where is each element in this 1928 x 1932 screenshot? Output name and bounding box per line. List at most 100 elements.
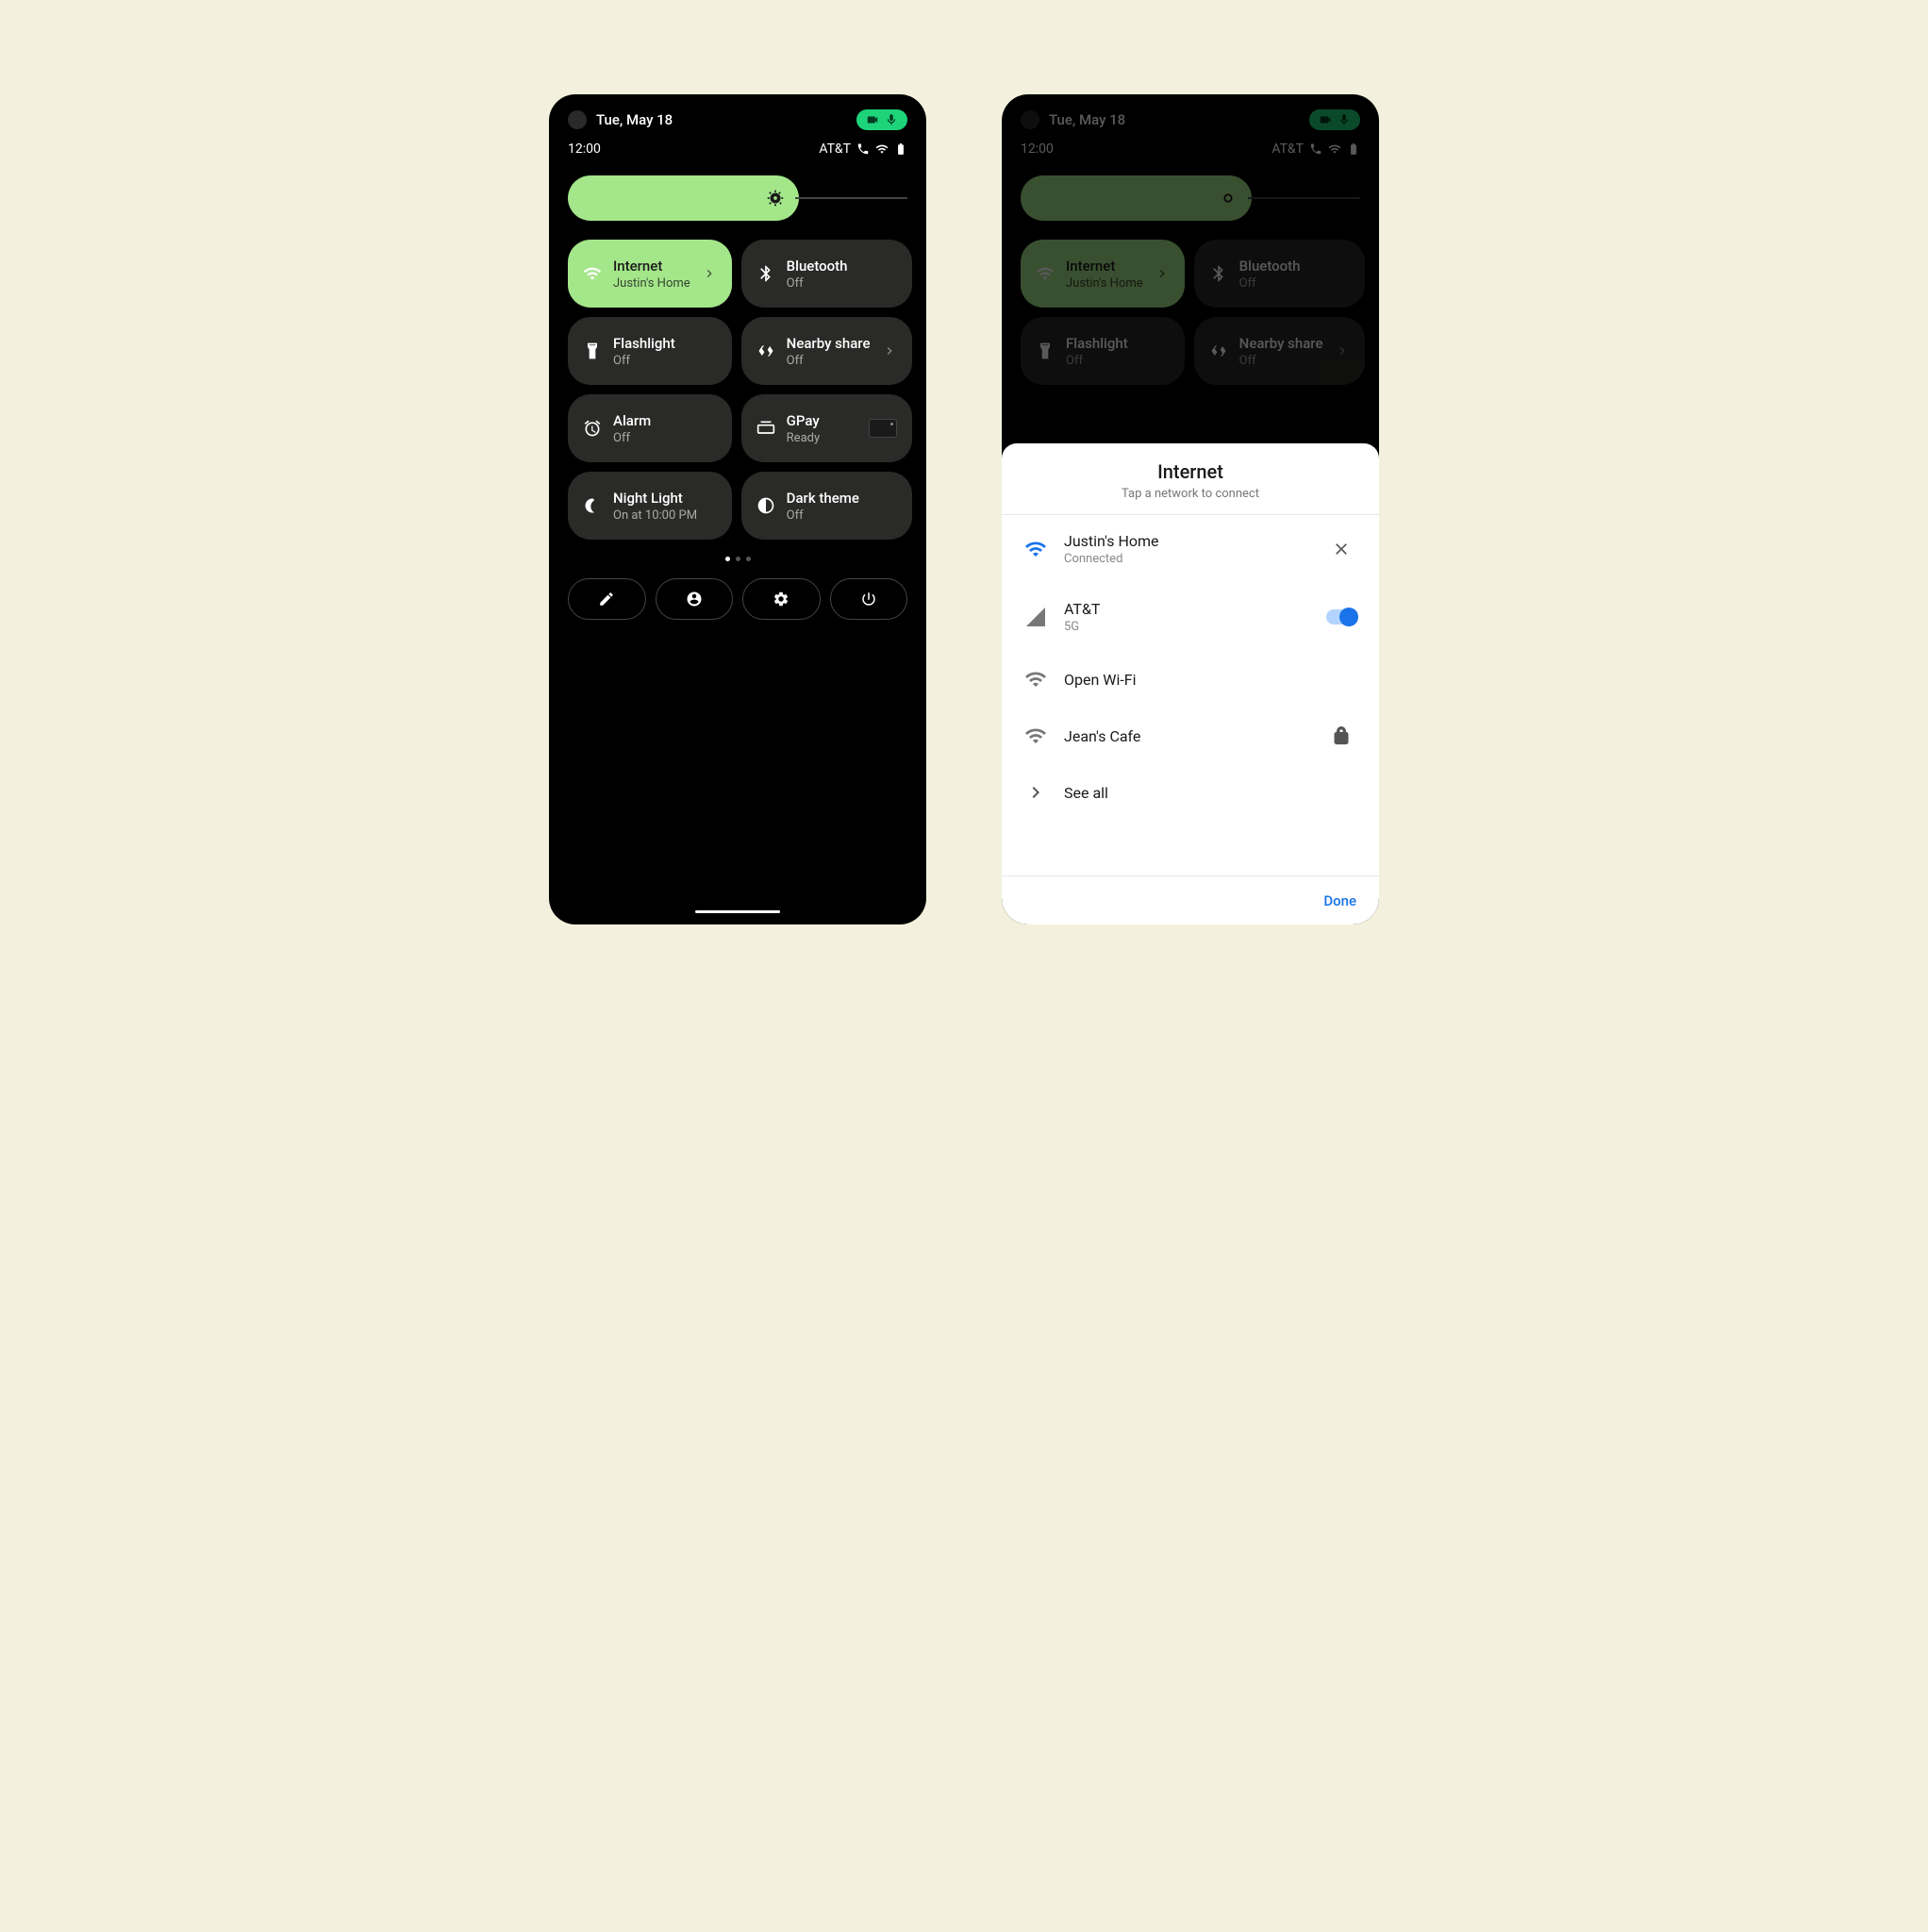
phone-quicksettings: Tue, May 18 12:00 AT&T Internet Justin's… xyxy=(549,94,926,924)
tile-text: Internet Justin's Home xyxy=(1066,258,1143,291)
bluetooth-icon xyxy=(1209,264,1228,283)
network-name: See all xyxy=(1064,784,1309,802)
tile-subtitle: Justin's Home xyxy=(1066,276,1143,291)
network-text: AT&T 5G xyxy=(1064,600,1309,634)
network-row-jean-s-cafe[interactable]: Jean's Cafe xyxy=(1002,708,1379,764)
edit-button[interactable] xyxy=(568,578,646,620)
tile-title: Alarm xyxy=(613,412,717,429)
status-date: Tue, May 18 xyxy=(596,111,847,128)
tile-title: Flashlight xyxy=(1066,335,1170,352)
network-row-see-all[interactable]: See all xyxy=(1002,764,1379,821)
wifi-icon xyxy=(1328,142,1341,156)
tile-bluetooth[interactable]: Bluetooth Off xyxy=(741,240,912,308)
tile-night-light[interactable]: Night Light On at 10:00 PM xyxy=(568,472,732,540)
bluetooth-icon xyxy=(756,264,775,283)
tile-internet[interactable]: Internet Justin's Home xyxy=(1021,240,1185,308)
brightness-fill xyxy=(568,175,799,221)
tile-dark-theme[interactable]: Dark theme Off xyxy=(741,472,912,540)
network-row-justin-s-home[interactable]: Justin's Home Connected xyxy=(1002,515,1379,583)
avatar[interactable] xyxy=(568,110,587,129)
user-button[interactable] xyxy=(656,578,734,620)
tile-text: Dark theme Off xyxy=(787,490,897,523)
tile-internet[interactable]: Internet Justin's Home xyxy=(568,240,732,308)
power-icon xyxy=(860,591,877,608)
settings-button[interactable] xyxy=(742,578,821,620)
sheet-header: Internet Tap a network to connect xyxy=(1002,443,1379,515)
nearby-icon xyxy=(756,341,775,360)
tile-title: Bluetooth xyxy=(787,258,897,275)
sheet-title: Internet xyxy=(1017,460,1364,483)
tile-text: Flashlight Off xyxy=(613,335,717,368)
chevron-right-icon xyxy=(882,343,897,358)
tile-nearby-share[interactable]: Nearby share Off xyxy=(741,317,912,385)
tile-title: Bluetooth xyxy=(1239,258,1350,275)
flashlight-icon xyxy=(1036,341,1055,360)
tile-nearby-share[interactable]: Nearby share Off xyxy=(1194,317,1365,385)
tile-text: GPay Ready xyxy=(787,412,857,445)
network-name: AT&T xyxy=(1064,600,1309,618)
tile-title: GPay xyxy=(787,412,857,429)
gpay-card-icon xyxy=(869,419,897,438)
tile-text: Flashlight Off xyxy=(1066,335,1170,368)
tile-text: Bluetooth Off xyxy=(1239,258,1350,291)
brightness-icon xyxy=(1218,188,1238,208)
network-name: Jean's Cafe xyxy=(1064,727,1309,745)
brightness-slider[interactable] xyxy=(568,175,907,221)
avatar[interactable] xyxy=(1021,110,1039,129)
tile-title: Internet xyxy=(1066,258,1143,275)
tile-flashlight[interactable]: Flashlight Off xyxy=(1021,317,1185,385)
chevron-right-icon xyxy=(702,266,717,281)
tile-title: Nearby share xyxy=(1239,335,1323,352)
tile-bluetooth[interactable]: Bluetooth Off xyxy=(1194,240,1365,308)
tile-title: Internet xyxy=(613,258,690,275)
tile-subtitle: Justin's Home xyxy=(613,276,690,291)
tile-flashlight[interactable]: Flashlight Off xyxy=(568,317,732,385)
tile-subtitle: Off xyxy=(613,431,717,445)
close-icon[interactable] xyxy=(1332,540,1351,558)
statusbar-top: Tue, May 18 xyxy=(549,94,926,138)
network-row-open-wi-fi[interactable]: Open Wi-Fi xyxy=(1002,651,1379,708)
network-name: Justin's Home xyxy=(1064,532,1309,550)
chevron-icon xyxy=(1024,781,1047,804)
brightness-track xyxy=(1248,197,1360,199)
gesture-bar[interactable] xyxy=(695,910,780,913)
lock-icon xyxy=(1332,726,1351,745)
status-time: 12:00 xyxy=(568,142,813,157)
power-button[interactable] xyxy=(830,578,908,620)
tile-alarm[interactable]: Alarm Off xyxy=(568,394,732,462)
network-action xyxy=(1326,726,1356,745)
network-text: Open Wi-Fi xyxy=(1064,671,1309,689)
tiles-grid: Internet Justin's Home Bluetooth Off Fla… xyxy=(549,240,926,540)
moon-icon xyxy=(583,496,602,515)
recording-pill[interactable] xyxy=(1309,109,1360,130)
brightness-slider[interactable] xyxy=(1021,175,1360,221)
bottom-buttons xyxy=(549,578,926,620)
brightness-fill xyxy=(1021,175,1252,221)
tile-gpay[interactable]: GPay Ready xyxy=(741,394,912,462)
done-button[interactable]: Done xyxy=(1323,892,1356,909)
sheet-footer: Done xyxy=(1002,875,1379,924)
network-text: Jean's Cafe xyxy=(1064,727,1309,745)
tile-text: Bluetooth Off xyxy=(787,258,897,291)
tile-subtitle: Off xyxy=(1239,354,1323,368)
tile-text: Alarm Off xyxy=(613,412,717,445)
network-list: Justin's Home Connected AT&T 5G Open Wi-… xyxy=(1002,515,1379,875)
chevron-right-icon xyxy=(1155,266,1170,281)
tile-subtitle: Off xyxy=(787,508,897,523)
status-time: 12:00 xyxy=(1021,142,1266,157)
phone-internet-sheet: Tue, May 18 12:00 AT&T Internet Justin's… xyxy=(1002,94,1379,924)
vowifi-icon xyxy=(1309,142,1322,156)
recording-pill[interactable] xyxy=(856,109,907,130)
mobile-data-toggle[interactable] xyxy=(1326,609,1356,625)
statusbar-top: Tue, May 18 xyxy=(1002,94,1379,138)
brightness-track xyxy=(795,197,907,199)
battery-icon xyxy=(894,142,907,156)
network-text: See all xyxy=(1064,784,1309,802)
network-row-at-t[interactable]: AT&T 5G xyxy=(1002,583,1379,651)
network-sub: Connected xyxy=(1064,552,1309,566)
tile-title: Dark theme xyxy=(787,490,897,507)
network-name: Open Wi-Fi xyxy=(1064,671,1309,689)
battery-icon xyxy=(1347,142,1360,156)
flashlight-icon xyxy=(583,341,602,360)
status-carrier: AT&T xyxy=(1271,142,1304,157)
